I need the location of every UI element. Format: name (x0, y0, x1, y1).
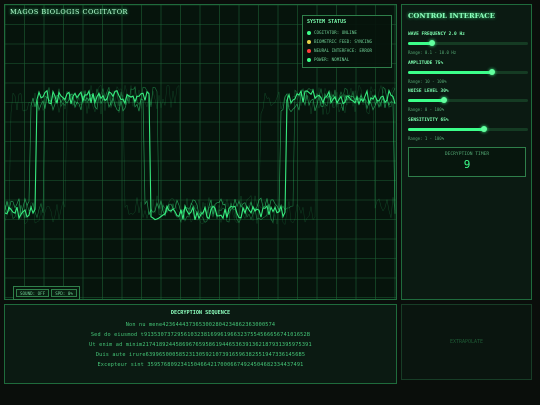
sensitivity-range: Range: 1 - 100% (408, 136, 445, 141)
amplitude-label: AMPLITUDE 75% (408, 61, 444, 66)
extrapolate-label: EXTRAPOLATE (449, 339, 484, 345)
status-dot-icon (307, 57, 311, 62)
speed-button[interactable]: SPD: 0% (51, 289, 77, 297)
status-dot-icon (307, 39, 311, 44)
decryption-line: Ut enim ad minim217418924458696765958619… (89, 342, 312, 348)
decryption-panel: DECRYPTION SEQUENCE Non nu mene423644437… (4, 304, 397, 384)
noise-level-label: NOISE LEVEL 30% (408, 89, 449, 94)
decryption-line: Non nu mene42364443736530028042348623630… (125, 322, 276, 328)
sensitivity-label: SENSITIVITY 65% (408, 118, 449, 123)
control-title: CONTROL INTERFACE (408, 12, 495, 20)
noise-level-range: Range: 0 - 100% (408, 107, 445, 112)
wave-frequency-range: Range: 0.1 - 10.0 Hz (408, 50, 457, 55)
decryption-line: Excepteur sint 3595768092341504664217000… (97, 362, 304, 368)
amplitude-range: Range: 10 - 100% (408, 79, 447, 84)
status-dot-icon (307, 48, 311, 53)
slider-knob[interactable] (480, 126, 487, 132)
slider-knob[interactable] (489, 69, 495, 75)
slider-knob[interactable] (429, 40, 435, 46)
system-status-box: SYSTEM STATUS COGITATOR: ONLINE BIOMETRI… (302, 15, 392, 68)
decryption-line: Sed do eiusmod t913530737295610323816996… (90, 332, 311, 338)
slider-knob[interactable] (441, 97, 447, 103)
amplitude-control: AMPLITUDE 75% Range: 10 - 100% (408, 61, 528, 84)
status-dot-icon (307, 30, 311, 35)
status-item: POWER: NOMINAL (307, 55, 387, 64)
status-heading: SYSTEM STATUS (307, 19, 347, 25)
wave-frequency-slider[interactable] (408, 40, 528, 46)
control-interface-panel: CONTROL INTERFACE WAVE FREQUENCY 2.0 Hz … (401, 4, 532, 300)
scope-controls: SOUND: OFF SPD: 0% (13, 286, 80, 300)
extrapolate-panel[interactable]: EXTRAPOLATE (401, 304, 532, 380)
sound-toggle-button[interactable]: SOUND: OFF (16, 289, 50, 297)
decryption-heading: DECRYPTION SEQUENCE (170, 310, 231, 316)
noise-level-control: NOISE LEVEL 30% Range: 0 - 100% (408, 89, 528, 112)
timer-value: 9 (463, 158, 471, 171)
noise-level-slider[interactable] (408, 97, 528, 103)
app-title: MAGOS BIOLOGIS COGITATOR (10, 8, 128, 16)
wave-frequency-control: WAVE FREQUENCY 2.0 Hz Range: 0.1 - 10.0 … (408, 32, 528, 55)
status-item: BIOMETRIC FEED: SYNCING (307, 37, 387, 46)
oscilloscope-panel: MAGOS BIOLOGIS COGITATOR SYSTEM STATUS C… (4, 4, 397, 300)
timer-label: DECRYPTION TIMER (444, 152, 490, 157)
decryption-line: Duis aute irure6399650005852313059210739… (95, 352, 306, 358)
status-item: COGITATOR: ONLINE (307, 28, 387, 37)
status-item: NEURAL INTERFACE: ERROR (307, 46, 387, 55)
sensitivity-slider[interactable] (408, 126, 528, 132)
decryption-timer: DECRYPTION TIMER 9 (408, 147, 526, 177)
wave-frequency-label: WAVE FREQUENCY 2.0 Hz (408, 32, 465, 37)
amplitude-slider[interactable] (408, 69, 528, 75)
sensitivity-control: SENSITIVITY 65% Range: 1 - 100% (408, 118, 528, 141)
